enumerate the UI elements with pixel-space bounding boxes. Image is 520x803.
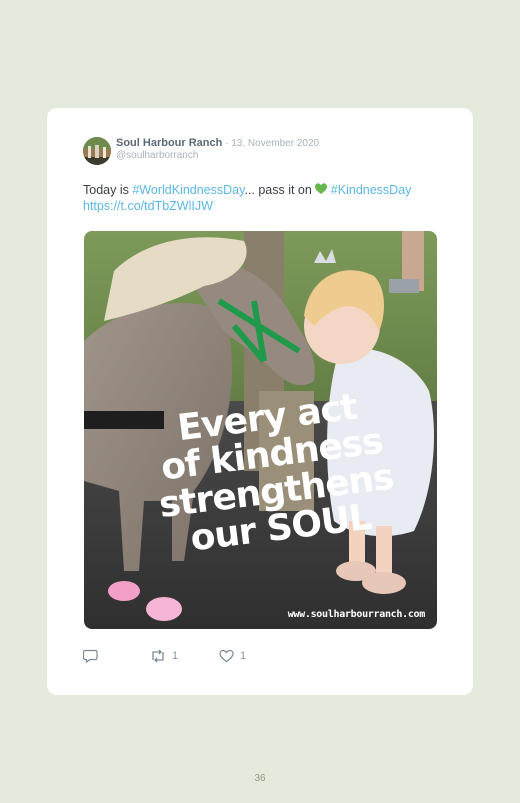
tweet-card: Soul Harbour Ranch · 13. November 2020 @… xyxy=(47,108,473,695)
retweet-count: 1 xyxy=(172,650,179,662)
overlay-quote: Every act of kindness strengthens our SO… xyxy=(136,384,412,563)
green-heart-icon xyxy=(315,183,328,194)
author-row: Soul Harbour Ranch · 13. November 2020 xyxy=(116,137,319,150)
tweet-date[interactable]: 13. November 2020 xyxy=(231,138,319,149)
author-handle[interactable]: @soulharborranch xyxy=(116,150,198,161)
reply-button[interactable] xyxy=(83,649,98,663)
retweet-icon xyxy=(152,649,164,663)
hashtag-link[interactable]: #WorldKindnessDay xyxy=(132,183,244,197)
separator: · xyxy=(222,138,232,149)
hashtag-link[interactable]: #KindnessDay xyxy=(331,183,412,197)
watermark: www.soulharbourranch.com xyxy=(287,609,426,620)
tweet-photo[interactable]: Every act of kindness strengthens our SO… xyxy=(84,231,437,629)
heart-icon xyxy=(219,649,234,663)
reply-icon xyxy=(83,649,98,663)
text-part: Today is xyxy=(83,183,133,197)
like-button[interactable]: 1 xyxy=(219,649,246,663)
tweet-text: Today is #WorldKindnessDay... pass it on… xyxy=(83,182,453,214)
action-bar: 1 1 xyxy=(83,649,383,669)
tweet-url-link[interactable]: https://t.co/tdTbZWlIJW xyxy=(83,199,213,213)
page-number: 36 xyxy=(254,773,266,784)
avatar[interactable] xyxy=(83,137,111,165)
author-name[interactable]: Soul Harbour Ranch xyxy=(116,137,222,149)
like-count: 1 xyxy=(240,650,247,662)
text-part: ... pass it on xyxy=(244,183,316,197)
retweet-button[interactable]: 1 xyxy=(150,649,178,663)
